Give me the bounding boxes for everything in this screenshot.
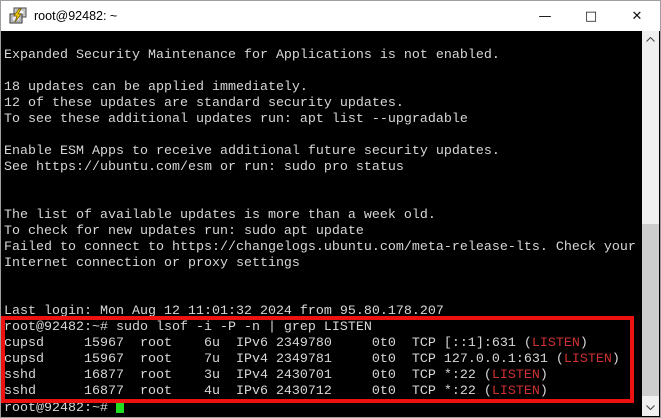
scrollbar[interactable] [642,31,659,416]
scrollbar-thumb[interactable] [642,224,659,396]
window-controls: — □ ✕ [522,1,660,31]
scrollbar-up-button[interactable] [642,31,659,48]
titlebar[interactable]: root@92482: ~ — □ ✕ [1,1,660,31]
terminal-line: sshd 16877 root 3u IPv4 2430701 0t0 TCP … [4,368,548,383]
terminal-line: 12 of these updates are standard securit… [4,96,404,111]
terminal-line: Internet connection or proxy settings [4,256,300,271]
terminal-line: To check for new updates run: sudo apt u… [4,224,364,239]
terminal-line: To see these additional updates run: apt… [4,112,468,127]
window-title: root@92482: ~ [34,9,118,23]
close-button[interactable]: ✕ [614,1,660,31]
terminal-line: Failed to connect to https://changelogs.… [4,240,636,255]
chevron-down-icon [646,405,655,410]
terminal-line: 18 updates can be applied immediately. [4,80,308,95]
terminal-line: sshd 16877 root 4u IPv6 2430712 0t0 TCP … [4,384,548,399]
terminal-line: root@92482:~# [4,400,642,416]
terminal-screen[interactable]: Expanded Security Maintenance for Applic… [2,31,659,416]
maximize-button[interactable]: □ [568,1,614,31]
terminal-output: Expanded Security Maintenance for Applic… [4,32,642,416]
terminal-line: cupsd 15967 root 6u IPv6 2349780 0t0 TCP… [4,336,588,351]
terminal-line: Enable ESM Apps to receive additional fu… [4,144,500,159]
scrollbar-down-button[interactable] [642,399,659,416]
terminal-line: root@92482:~# sudo lsof -i -P -n | grep … [4,320,372,335]
minimize-icon: — [538,8,552,24]
maximize-icon: □ [584,8,598,24]
putty-icon[interactable] [8,6,28,26]
close-icon: ✕ [631,8,643,24]
chevron-up-icon [646,37,655,42]
terminal-cursor [115,400,124,413]
terminal-line: Expanded Security Maintenance for Applic… [4,48,500,63]
terminal-line: See https://ubuntu.com/esm or run: sudo … [4,160,404,175]
putty-terminal-window: root@92482: ~ — □ ✕ Expanded Security Ma… [0,0,661,418]
terminal-line: Last login: Mon Aug 12 11:01:32 2024 fro… [4,304,444,319]
terminal-line: cupsd 15967 root 7u IPv4 2349781 0t0 TCP… [4,352,620,367]
minimize-button[interactable]: — [522,1,568,31]
terminal-line: The list of available updates is more th… [4,208,436,223]
